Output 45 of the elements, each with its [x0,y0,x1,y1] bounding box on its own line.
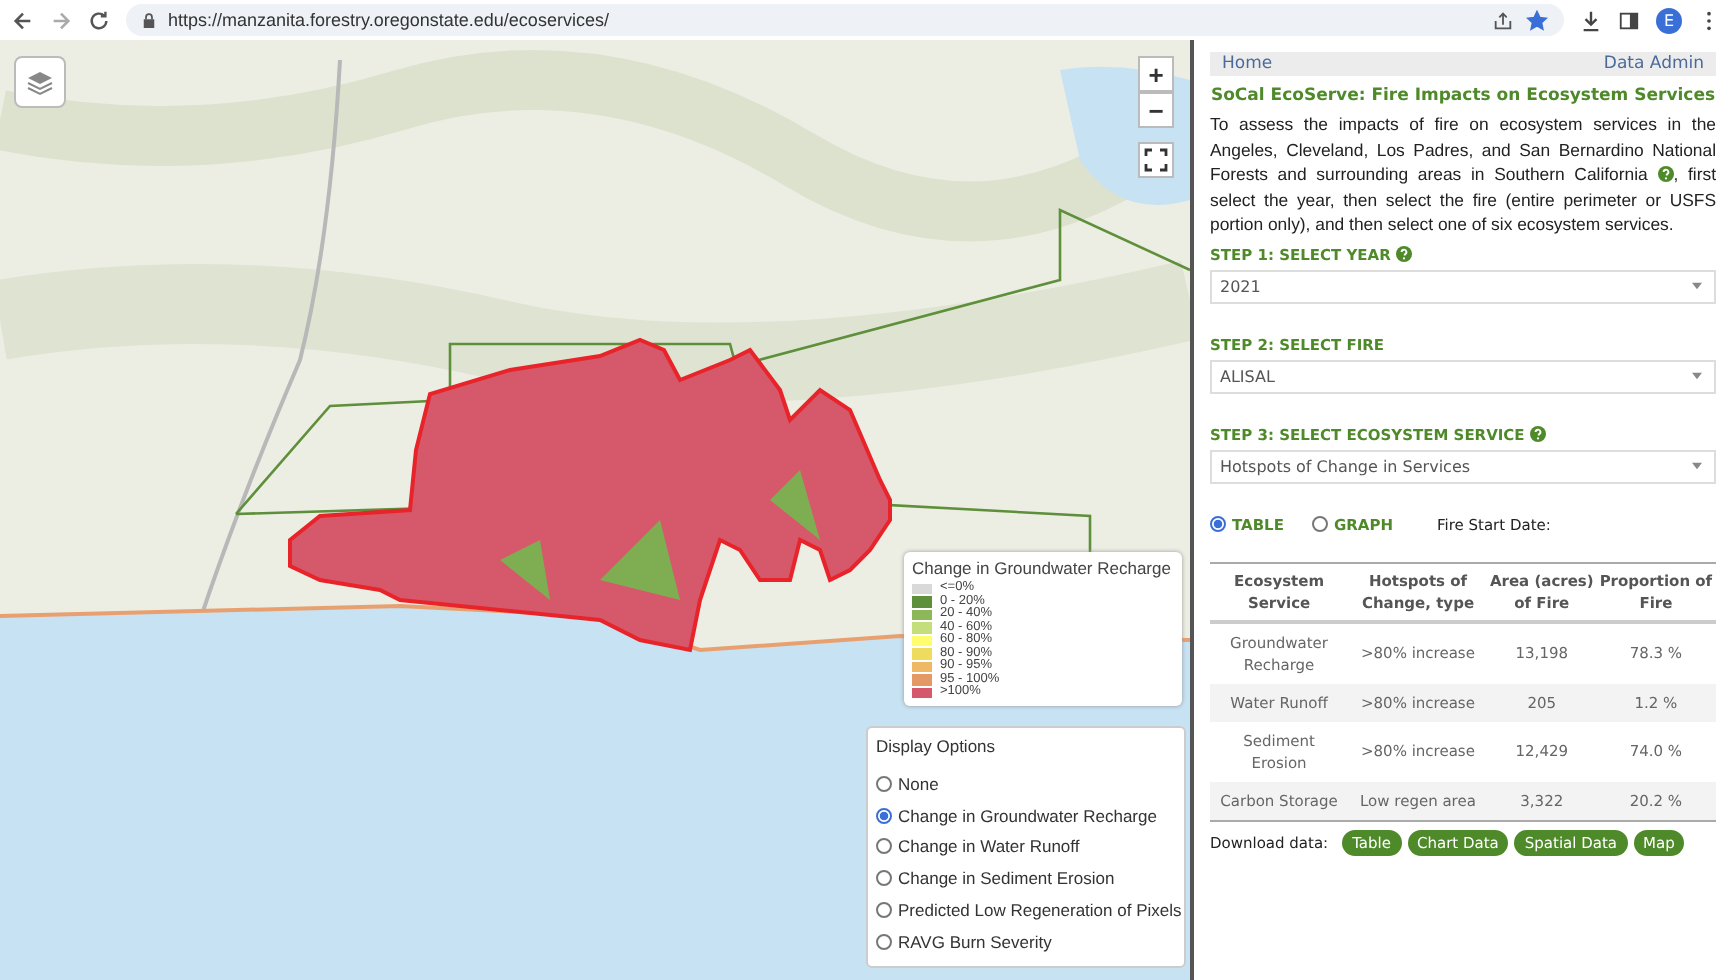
caret-icon [1692,282,1702,290]
option-label[interactable]: Change in Groundwater Recharge [898,805,1157,826]
intro-paragraph: To assess the impacts of fire on ecosystem services in the Angeles, Cleveland, Los Padres, and San Bernardino National Forests and surrounding areas in Southern California , first select the year, then select the fire (entire perimeter or USFS portion only), and then select one of six ecosystem services. [1210,112,1716,237]
caret-icon [1692,372,1702,380]
help-icon[interactable] [1530,426,1547,442]
share-icon[interactable] [1492,9,1514,31]
help-icon[interactable] [1657,166,1674,182]
radio-button[interactable] [876,870,892,887]
option-label[interactable]: None [898,773,939,794]
radio-button[interactable] [876,933,892,950]
option-label[interactable]: Change in Water Runoff [898,836,1080,857]
radio-button[interactable] [876,775,892,792]
address-bar[interactable]: https://manzanita.forestry.oregonstate.edu/ecoservices/ [126,4,1564,36]
star-icon[interactable] [1526,9,1548,31]
dropdown-select[interactable]: Hotspots of Change in Services [1210,449,1716,483]
lock-icon [142,11,156,29]
nav-link[interactable]: Data Admin [1603,54,1704,74]
radio-button[interactable] [876,807,892,824]
radio-button[interactable] [1210,516,1226,532]
legend-title: Change in Groundwater Recharge [912,558,1171,578]
zoom-out-button[interactable]: − [1138,92,1174,128]
download-icon[interactable] [1580,9,1602,31]
page-title: SoCal EcoServe: Fire Impacts on Ecosystem Services [1210,86,1716,106]
fullscreen-icon [1144,148,1168,172]
option-label[interactable]: Predicted Low Regeneration of Pixels [898,900,1182,921]
radio-button[interactable] [1311,516,1328,532]
back-icon[interactable] [12,9,34,31]
fullscreen-button[interactable] [1138,142,1174,178]
radio-button[interactable] [876,838,892,855]
dropdown-select[interactable]: 2021 [1210,269,1716,303]
layers-button[interactable] [14,56,66,108]
help-icon[interactable] [1396,246,1413,262]
side-panel-icon[interactable] [1618,9,1640,31]
reload-icon[interactable] [88,9,110,31]
option-label[interactable]: Change in Sediment Erosion [898,868,1115,889]
radio-button[interactable] [876,902,892,919]
option-label[interactable]: RAVG Burn Severity [898,931,1052,952]
layers-icon [24,66,56,98]
display-options-title: Display Options [876,736,998,756]
profile-avatar[interactable]: E [1656,7,1682,33]
nav-link[interactable]: Home [1222,54,1273,74]
zoom-in-button[interactable]: + [1138,56,1174,92]
forward-icon[interactable] [50,9,72,31]
caret-icon [1692,462,1702,470]
dropdown-select[interactable]: ALISAL [1210,359,1716,393]
